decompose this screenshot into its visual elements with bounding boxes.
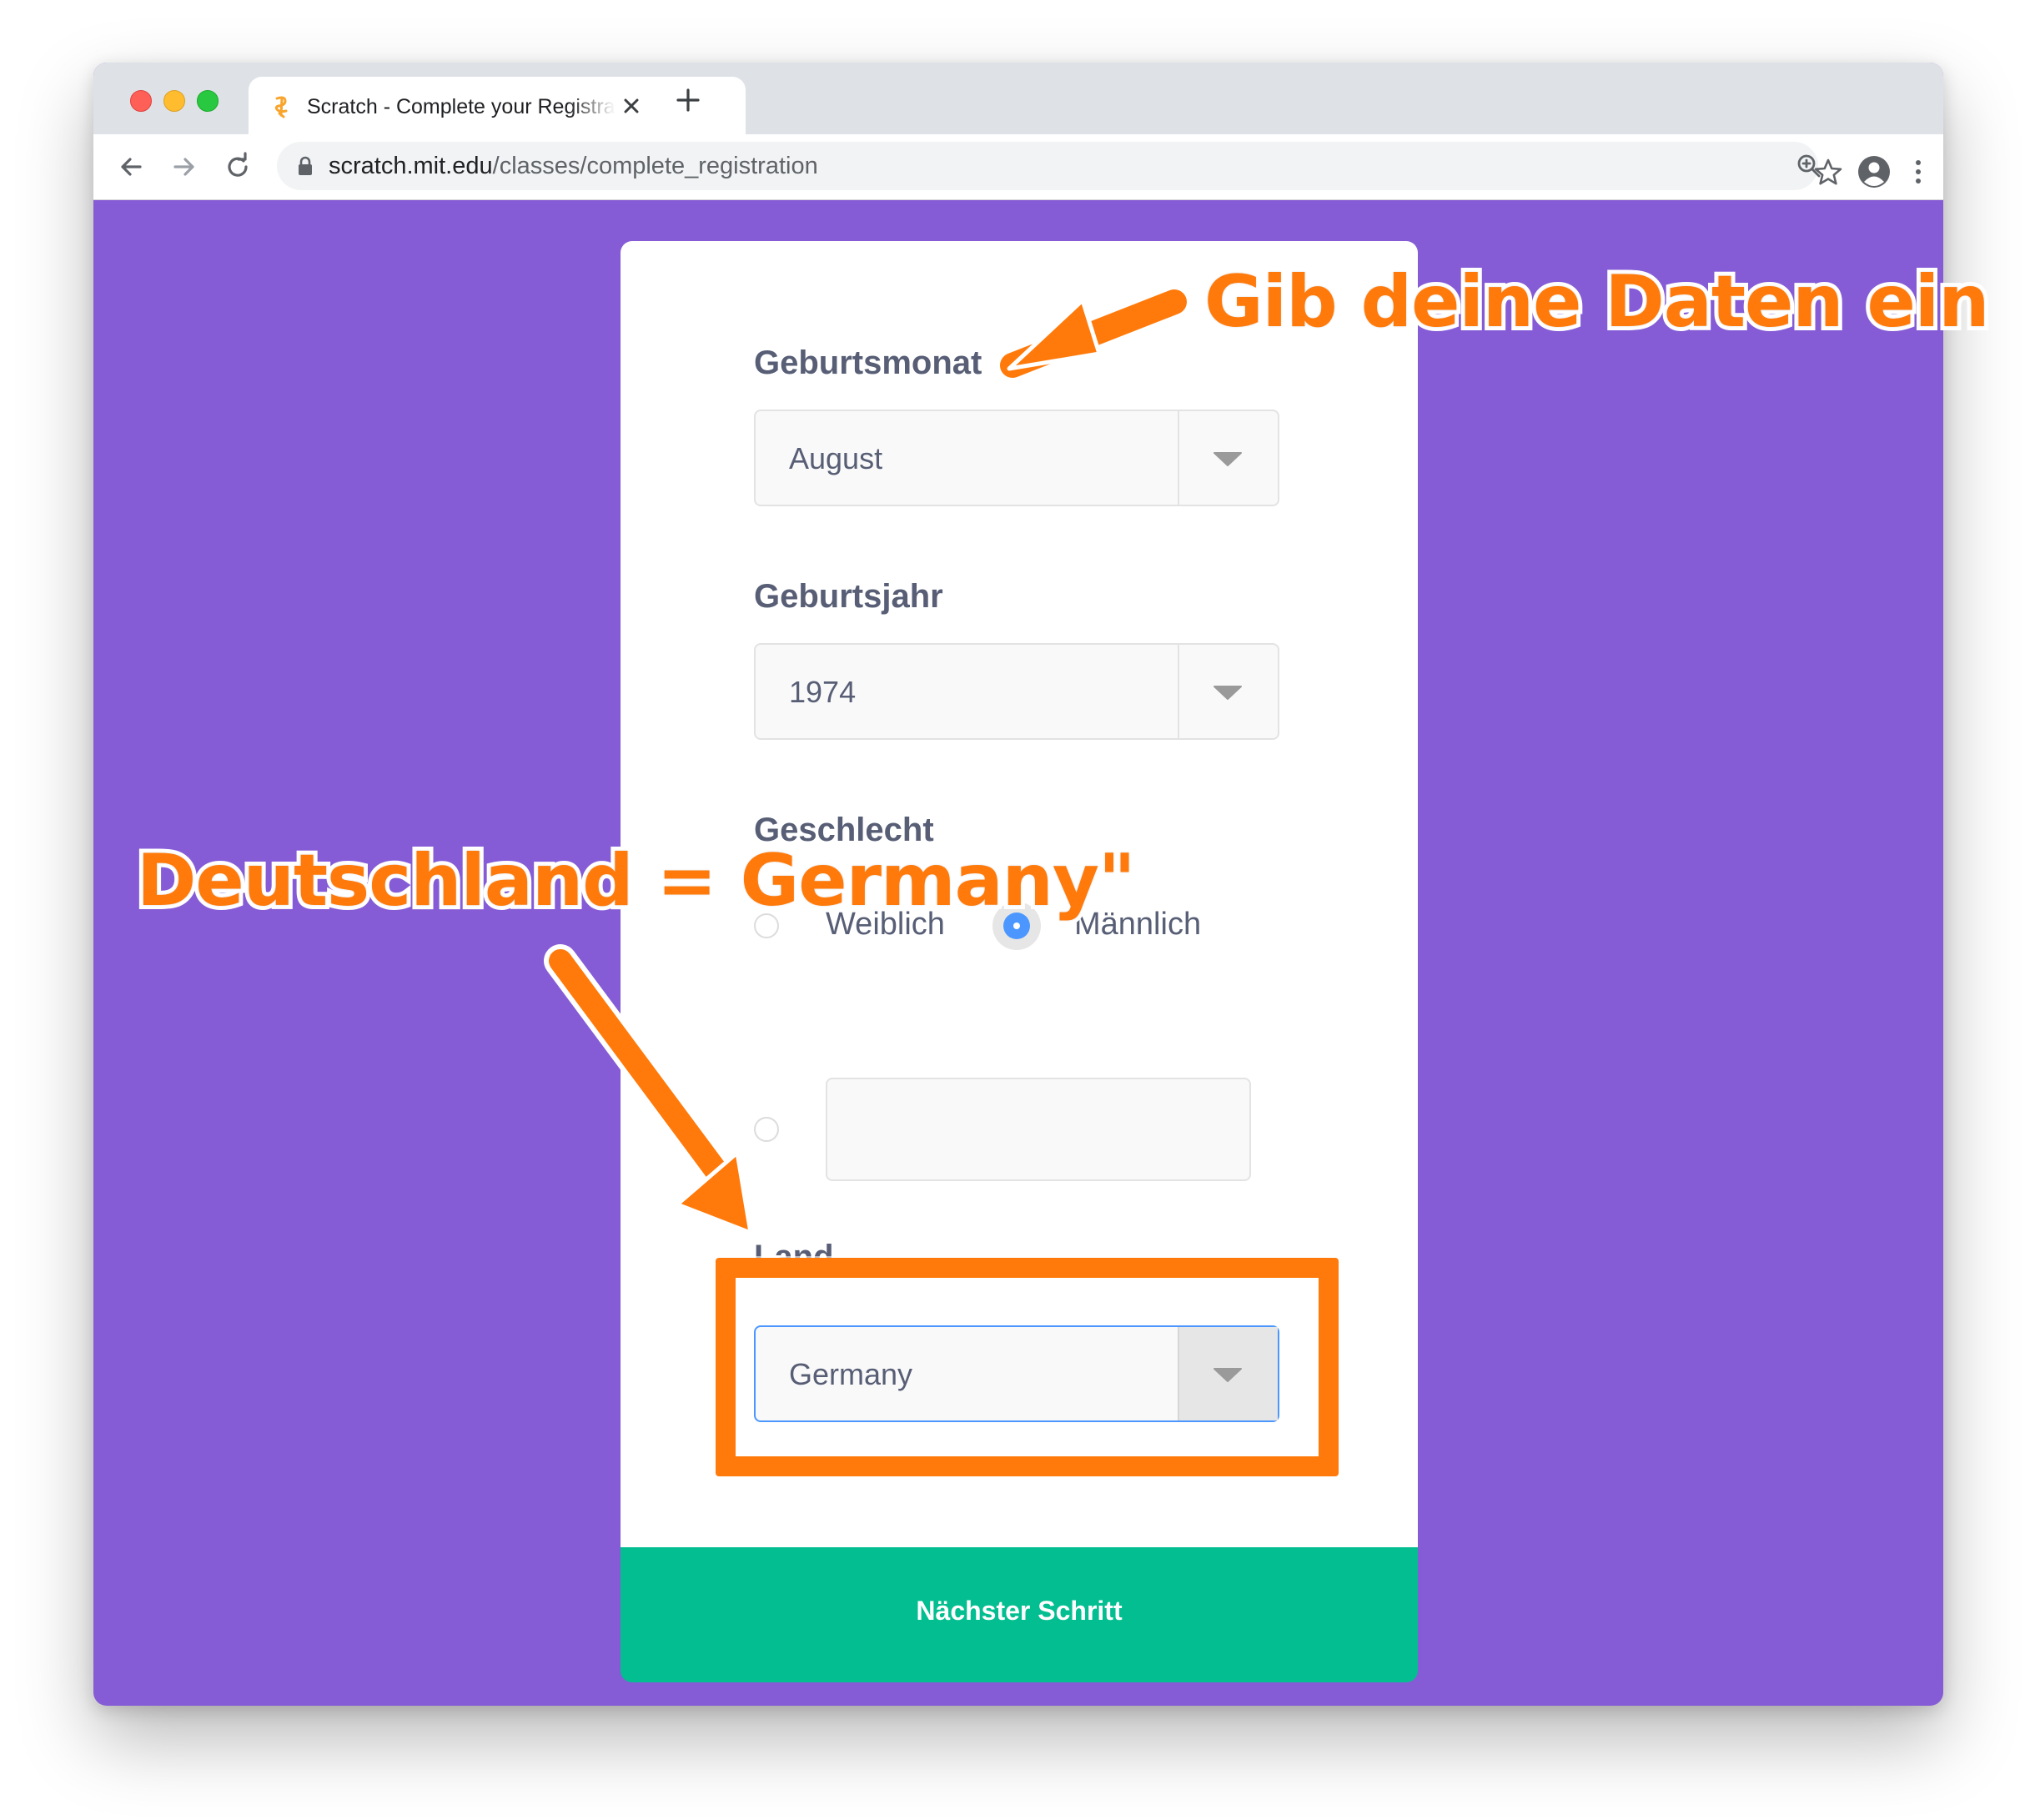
- url-text[interactable]: scratch.mit.edu/classes/complete_registr…: [329, 152, 818, 180]
- caret-down-icon: [1213, 686, 1242, 700]
- annotation-top-text: Gib deine Daten ein: [1200, 256, 1993, 348]
- close-icon[interactable]: [621, 95, 642, 117]
- maximize-window-button[interactable]: [197, 90, 219, 112]
- tab-bar: Scratch - Complete your Registration: [93, 63, 1943, 134]
- birth-year-dropdown-button[interactable]: [1178, 645, 1278, 738]
- lock-icon[interactable]: [297, 156, 314, 176]
- url-domain: scratch.mit.edu: [329, 153, 493, 179]
- scratch-favicon-icon: [274, 96, 288, 118]
- annotation-left-text: Deutschland = Germany": [133, 835, 1140, 927]
- country-highlight-box: [716, 1258, 1339, 1476]
- minimize-window-button[interactable]: [163, 90, 185, 112]
- next-step-button[interactable]: Nächster Schritt: [621, 1547, 1418, 1682]
- back-arrow-icon[interactable]: [115, 151, 147, 183]
- tab-scratch[interactable]: Scratch - Complete your Registration: [249, 77, 746, 134]
- plus-icon[interactable]: [674, 86, 702, 114]
- gender-other-radio[interactable]: [754, 1117, 779, 1142]
- birth-month-select[interactable]: August: [754, 410, 1279, 506]
- birth-month-value: August: [789, 441, 883, 475]
- tab-title: Scratch - Complete your Registration: [307, 95, 616, 118]
- birth-month-dropdown-button[interactable]: [1178, 411, 1278, 505]
- birth-month-label: Geburtsmonat: [754, 344, 982, 381]
- kebab-menu-icon[interactable]: [1912, 158, 1925, 186]
- birth-year-label: Geburtsjahr: [754, 578, 943, 615]
- url-path: /classes/complete_registration: [492, 153, 818, 179]
- birth-year-value: 1974: [789, 675, 857, 709]
- address-bar[interactable]: scratch.mit.edu/classes/complete_registr…: [277, 142, 1821, 190]
- reload-icon[interactable]: [222, 151, 254, 183]
- next-step-label: Nächster Schritt: [916, 1596, 1123, 1626]
- profile-icon[interactable]: [1857, 154, 1892, 189]
- gender-other-input[interactable]: [826, 1078, 1251, 1181]
- browser-toolbar: scratch.mit.edu/classes/complete_registr…: [93, 134, 1943, 200]
- caret-down-icon: [1213, 452, 1242, 466]
- close-window-button[interactable]: [130, 90, 152, 112]
- birth-year-select[interactable]: 1974: [754, 643, 1279, 740]
- forward-arrow-icon[interactable]: [168, 151, 200, 183]
- star-icon[interactable]: [1811, 156, 1845, 189]
